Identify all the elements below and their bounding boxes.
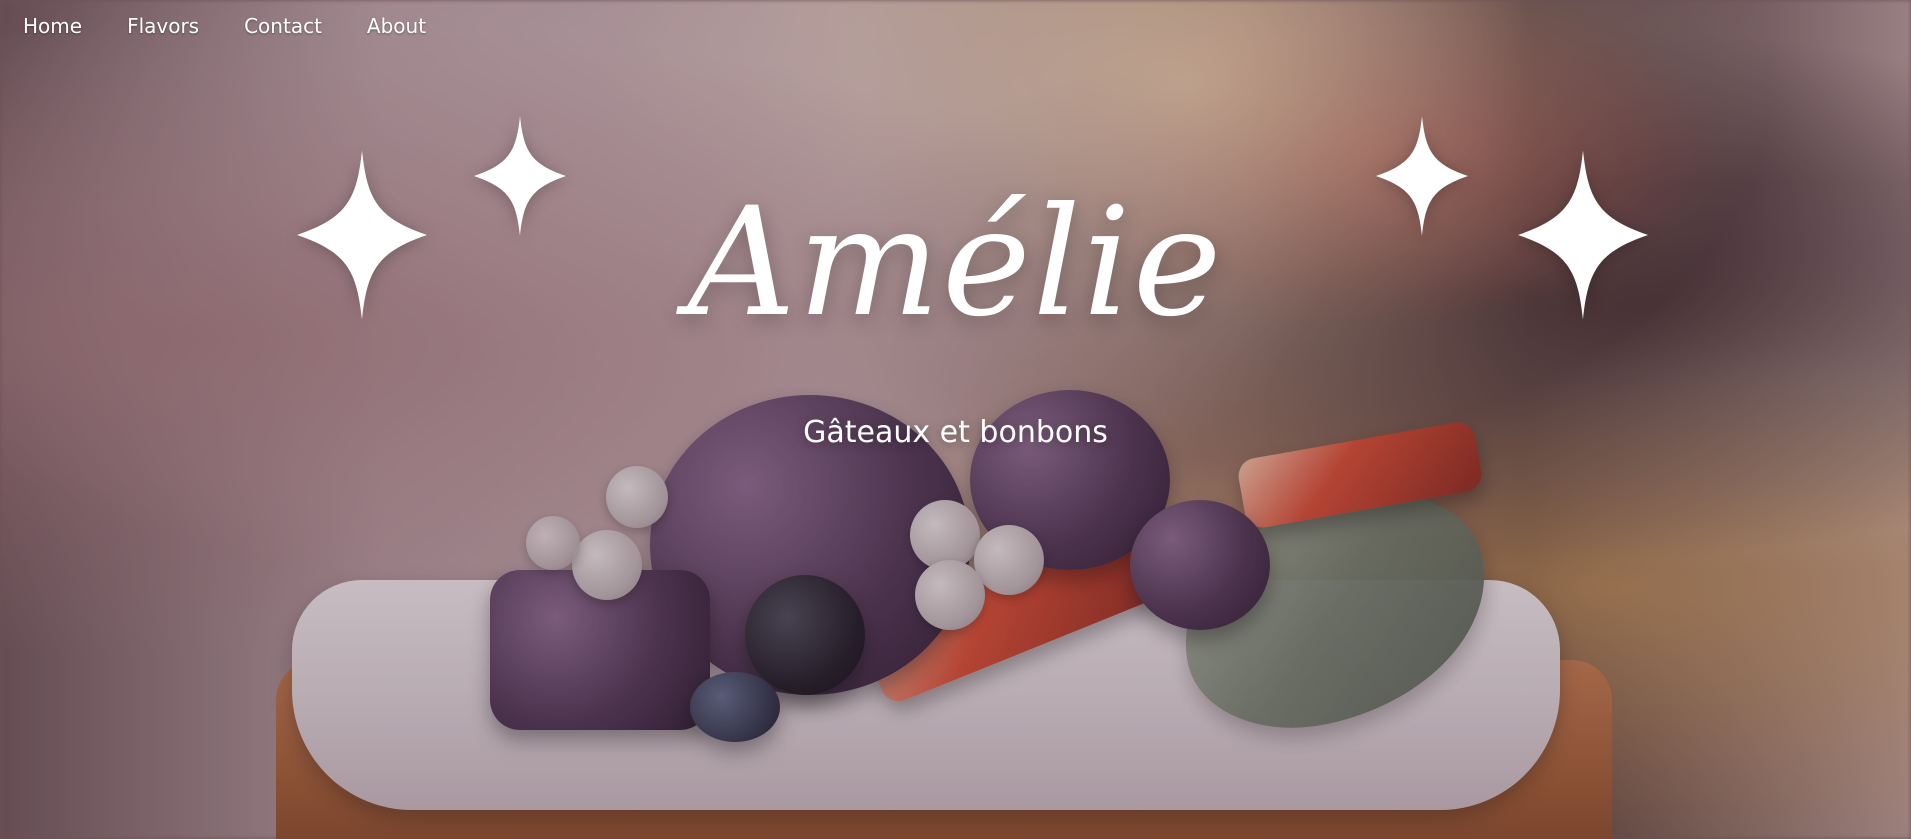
top-nav: Home Flavors Contact About <box>0 0 426 52</box>
sparkle-icon <box>474 116 566 236</box>
nav-item-about[interactable]: About <box>367 16 426 36</box>
nav-item-contact[interactable]: Contact <box>244 16 322 36</box>
nav-item-home[interactable]: Home <box>23 16 82 36</box>
hero-section: Home Flavors Contact About Amélie Gâteau… <box>0 0 1911 839</box>
nav-item-flavors[interactable]: Flavors <box>127 16 199 36</box>
hero-subtitle: Gâteaux et bonbons <box>803 415 1108 450</box>
sparkle-icon <box>1518 150 1648 320</box>
sparkle-icon <box>1376 116 1468 236</box>
sparkle-icon <box>297 150 427 320</box>
